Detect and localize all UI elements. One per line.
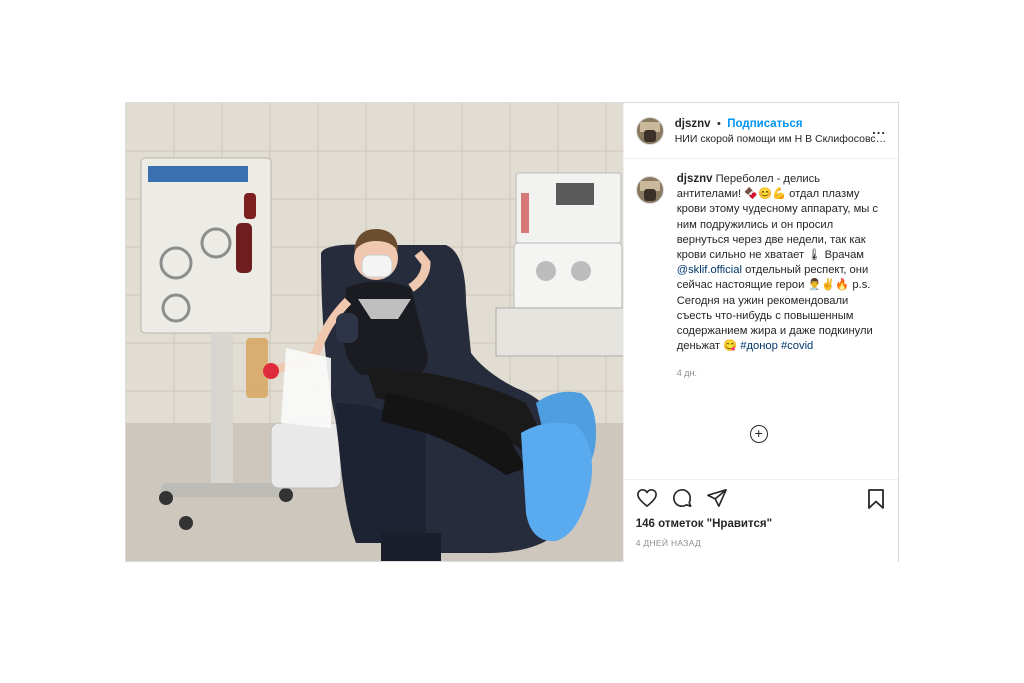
post-side-panel: djsznv • Подписаться НИИ скорой помощи и… (622, 103, 898, 562)
bookmark-icon[interactable] (866, 488, 886, 510)
header-text: djsznv • Подписаться НИИ скорой помощи и… (675, 115, 889, 147)
caption-time: 4 дн. (676, 368, 697, 379)
caption-emoji-4: 😋 (723, 340, 738, 353)
more-options-button[interactable]: ... (872, 122, 886, 137)
action-bar: 146 отметок "Нравится" 4 ДНЕЙ НАЗАД (623, 479, 898, 562)
hashtag-link-covid[interactable]: #covid (781, 340, 813, 352)
mention-link[interactable]: @sklif.official (677, 264, 742, 276)
location-link[interactable]: НИИ скорой помощи им Н В Склифосовского (675, 132, 889, 147)
separator: • (716, 117, 721, 130)
caption-emoji-2: 🌡 (807, 249, 822, 262)
caption-avatar[interactable] (635, 176, 664, 204)
caption-emoji-3: 👨‍⚕️✌🔥 (807, 279, 850, 292)
caption-emoji-1: 🍫😊💪 (744, 188, 787, 201)
likes-count[interactable]: 146 отметок "Нравится" (636, 518, 772, 530)
avatar[interactable] (635, 116, 664, 145)
post-photo[interactable] (126, 103, 623, 561)
caption-username[interactable]: djsznv (677, 173, 713, 185)
comment-icon[interactable] (671, 488, 693, 508)
follow-button[interactable]: Подписаться (727, 118, 802, 130)
post-photo-image (126, 103, 623, 561)
instagram-post: djsznv • Подписаться НИИ скорой помощи и… (125, 102, 899, 562)
username-link[interactable]: djsznv (675, 118, 711, 130)
share-icon[interactable] (706, 488, 728, 508)
post-header: djsznv • Подписаться НИИ скорой помощи и… (623, 103, 898, 159)
caption-block: djsznv Переболел - делись антителами! 🍫😊… (635, 172, 886, 382)
caption-text: djsznv Переболел - делись антителами! 🍫😊… (677, 172, 882, 382)
hashtag-link-donor[interactable]: #донор (740, 340, 778, 352)
caption-text-3: Врачам (821, 249, 864, 262)
post-time[interactable]: 4 ДНЕЙ НАЗАД (636, 538, 701, 548)
heart-icon[interactable] (636, 488, 658, 508)
plus-circle-icon[interactable]: + (749, 425, 768, 443)
